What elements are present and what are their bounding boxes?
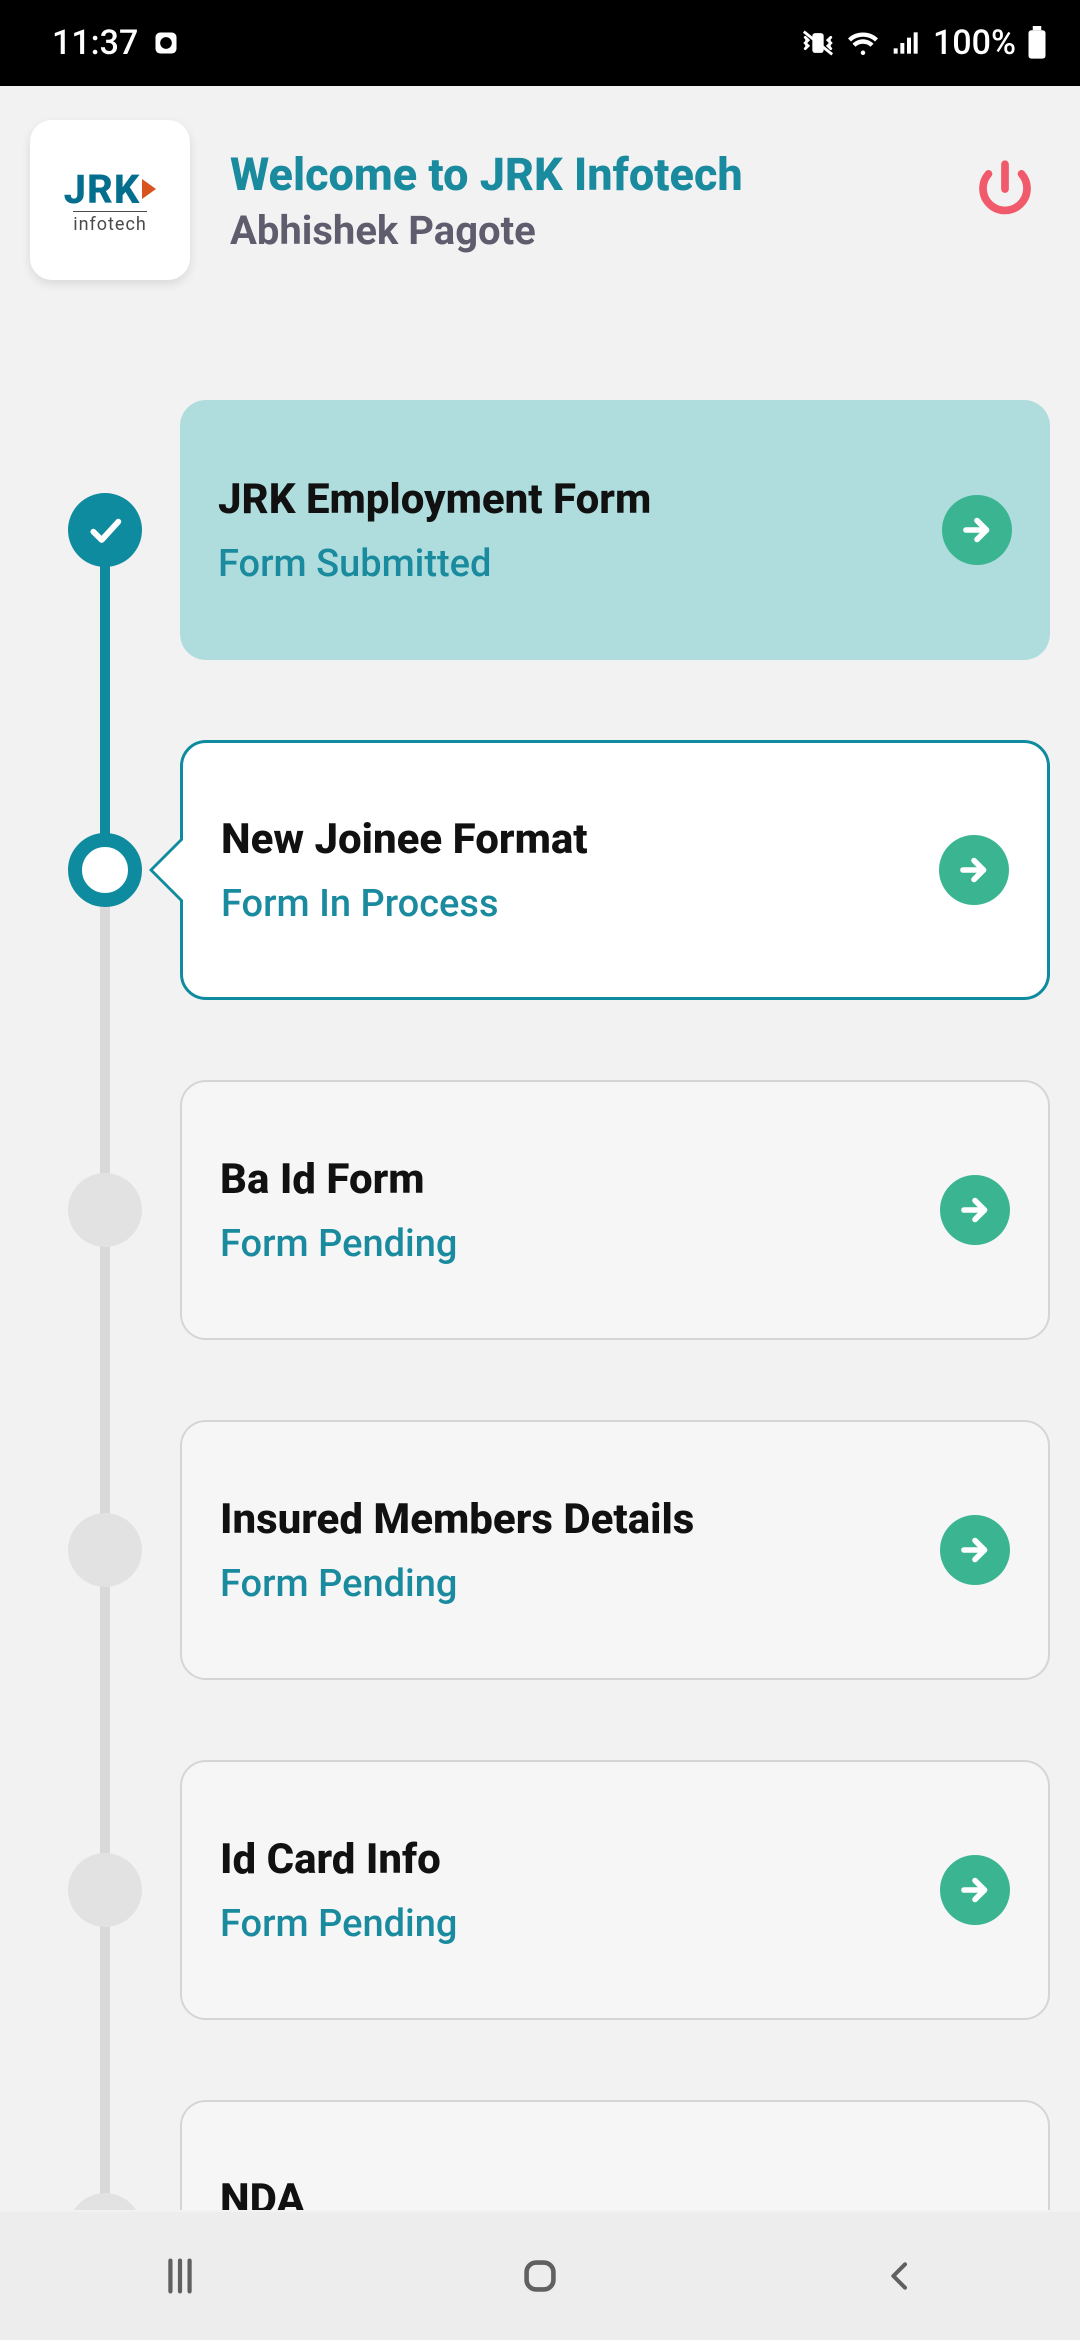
step-marker-pending	[68, 1853, 142, 1927]
step-marker-pending	[68, 1173, 142, 1247]
back-button[interactable]	[860, 2246, 940, 2306]
step-jrk-employment-form[interactable]: JRK Employment Form Form Submitted	[30, 400, 1050, 660]
status-app-icon	[152, 29, 180, 57]
open-step-button[interactable]	[939, 835, 1009, 905]
step-marker-done	[68, 493, 142, 567]
step-ba-id-form[interactable]: Ba Id Form Form Pending	[30, 1080, 1050, 1340]
step-marker-col	[30, 1760, 180, 2020]
step-title: Id Card Info	[220, 1835, 920, 1884]
step-card[interactable]: Id Card Info Form Pending	[180, 1760, 1050, 2020]
arrow-right-icon	[955, 851, 993, 889]
step-status: Form Pending	[220, 1562, 920, 1606]
step-texts: Ba Id Form Form Pending	[220, 1155, 920, 1266]
open-step-button[interactable]	[940, 1175, 1010, 1245]
signal-icon	[891, 27, 923, 59]
step-new-joinee-format[interactable]: New Joinee Format Form In Process	[30, 740, 1050, 1000]
page-content: JRK infotech Welcome to JRK Infotech Abh…	[0, 86, 1080, 2212]
header: JRK infotech Welcome to JRK Infotech Abh…	[30, 120, 1050, 280]
check-icon	[85, 510, 125, 550]
arrow-right-icon	[956, 1531, 994, 1569]
status-left: 11:37	[52, 23, 180, 63]
step-marker-pending	[68, 2193, 142, 2210]
step-card[interactable]: New Joinee Format Form In Process	[180, 740, 1050, 1000]
logo-primary-text: JRK	[64, 166, 141, 213]
wifi-icon	[845, 25, 881, 61]
welcome-block: Welcome to JRK Infotech Abhishek Pagote	[230, 120, 932, 254]
open-step-button[interactable]	[940, 1855, 1010, 1925]
step-marker-current	[68, 833, 142, 907]
step-title: Ba Id Form	[220, 1155, 920, 1204]
app-logo: JRK infotech	[30, 120, 190, 280]
step-insured-members-details[interactable]: Insured Members Details Form Pending	[30, 1420, 1050, 1680]
step-status: Form Submitted	[218, 542, 922, 586]
step-card[interactable]: Ba Id Form Form Pending	[180, 1080, 1050, 1340]
step-texts: Insured Members Details Form Pending	[220, 1495, 920, 1606]
step-status: Form In Process	[221, 882, 919, 926]
step-card[interactable]: JRK Employment Form Form Submitted	[180, 400, 1050, 660]
status-bar: 11:37 100%	[0, 0, 1080, 86]
arrow-right-icon	[956, 1191, 994, 1229]
step-status: Form Pending	[220, 1902, 920, 1946]
battery-text: 100%	[933, 23, 1016, 63]
logout-button[interactable]	[972, 156, 1038, 222]
logo-arrow-icon	[142, 179, 156, 199]
step-id-card-info[interactable]: Id Card Info Form Pending	[30, 1760, 1050, 2020]
logo-secondary: infotech	[73, 211, 147, 235]
system-nav-bar	[0, 2212, 1080, 2340]
page-title: Welcome to JRK Infotech	[230, 148, 932, 201]
step-title: NDA	[220, 2175, 920, 2211]
step-card[interactable]: Insured Members Details Form Pending	[180, 1420, 1050, 1680]
step-card[interactable]: NDA Form Pending	[180, 2100, 1050, 2210]
steps-list: JRK Employment Form Form Submitted	[30, 400, 1050, 2210]
status-time: 11:37	[52, 23, 138, 63]
step-texts: NDA Form Pending	[220, 2175, 920, 2211]
arrow-right-icon	[958, 511, 996, 549]
recent-apps-button[interactable]	[140, 2246, 220, 2306]
step-texts: Id Card Info Form Pending	[220, 1835, 920, 1946]
card-pointer	[153, 840, 183, 900]
step-status: Form Pending	[220, 1222, 920, 1266]
step-nda[interactable]: NDA Form Pending	[30, 2100, 1050, 2210]
step-texts: JRK Employment Form Form Submitted	[218, 475, 922, 586]
status-right: 100%	[801, 23, 1048, 63]
step-texts: New Joinee Format Form In Process	[221, 815, 919, 926]
step-marker-col	[30, 2100, 180, 2210]
timeline-line	[100, 2100, 110, 2155]
vibrate-icon	[801, 26, 835, 60]
step-title: JRK Employment Form	[218, 475, 922, 524]
open-step-button[interactable]	[942, 495, 1012, 565]
logo-primary: JRK	[64, 166, 157, 213]
user-name: Abhishek Pagote	[230, 207, 932, 254]
open-step-button[interactable]	[940, 1515, 1010, 1585]
arrow-right-icon	[956, 1871, 994, 1909]
battery-icon	[1026, 26, 1048, 60]
step-marker-pending	[68, 1513, 142, 1587]
home-button[interactable]	[500, 2246, 580, 2306]
step-title: New Joinee Format	[221, 815, 919, 864]
step-title: Insured Members Details	[220, 1495, 920, 1544]
